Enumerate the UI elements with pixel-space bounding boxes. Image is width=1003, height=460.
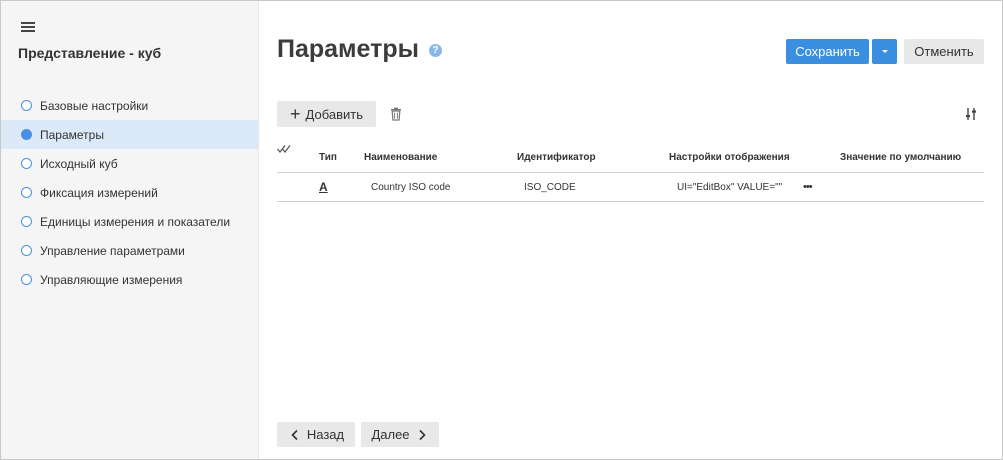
plus-icon: + [290, 104, 301, 124]
caret-down-icon [881, 50, 888, 53]
cell-display: UI="EditBox" VALUE="" [677, 182, 783, 193]
step-basic-settings[interactable]: Базовые настройки [1, 91, 258, 120]
add-button-label: Добавить [305, 106, 363, 122]
app-window: Представление - куб Базовые настройки Па… [0, 0, 1003, 460]
cancel-button[interactable]: Отменить [904, 39, 984, 64]
step-radio-icon [21, 158, 32, 169]
step-label: Параметры [40, 127, 104, 142]
table-row[interactable]: A Country ISO code ISO_CODE UI="EditBox"… [277, 173, 984, 202]
next-button[interactable]: Далее [361, 422, 439, 447]
step-units-and-measures[interactable]: Единицы измерения и показатели [1, 207, 258, 236]
chevron-left-icon [291, 429, 298, 440]
step-label: Исходный куб [40, 156, 118, 171]
help-icon[interactable]: ? [429, 44, 442, 57]
chevron-right-icon [418, 429, 426, 440]
step-control-dimensions[interactable]: Управляющие измерения [1, 265, 258, 294]
back-button[interactable]: Назад [277, 422, 355, 447]
text-type-icon: A [319, 180, 328, 194]
step-source-cube[interactable]: Исходный куб [1, 149, 258, 178]
page-title: Параметры [277, 35, 419, 63]
column-header-id[interactable]: Идентификатор [517, 152, 596, 163]
step-label: Управление параметрами [40, 243, 185, 258]
sidebar: Представление - куб Базовые настройки Па… [1, 1, 259, 459]
step-label: Единицы измерения и показатели [40, 214, 231, 229]
delete-icon[interactable] [389, 107, 403, 121]
step-fix-dimensions[interactable]: Фиксация измерений [1, 178, 258, 207]
back-button-label: Назад [306, 427, 345, 442]
step-radio-icon [21, 274, 32, 285]
sidebar-title: Представление - куб [18, 45, 162, 61]
cell-id: ISO_CODE [524, 182, 576, 193]
step-label: Управляющие измерения [40, 272, 183, 287]
next-button-label: Далее [371, 427, 410, 442]
save-button[interactable]: Сохранить [786, 39, 869, 64]
wizard-steps: Базовые настройки Параметры Исходный куб… [1, 91, 258, 294]
more-options-icon[interactable]: ••• [803, 181, 813, 193]
select-all-icon[interactable] [277, 144, 293, 154]
table-header: Тип Наименование Идентификатор Настройки… [277, 144, 984, 173]
step-label: Базовые настройки [40, 98, 149, 113]
add-button[interactable]: + Добавить [277, 101, 376, 127]
step-radio-icon [21, 245, 32, 256]
save-options-button[interactable] [872, 39, 897, 64]
column-header-type[interactable]: Тип [319, 152, 337, 163]
step-parameters[interactable]: Параметры [1, 120, 258, 149]
step-radio-icon [21, 129, 32, 140]
column-header-name[interactable]: Наименование [364, 152, 437, 163]
column-header-default[interactable]: Значение по умолчанию [840, 152, 961, 163]
menu-icon[interactable] [21, 21, 35, 33]
step-label: Фиксация измерений [40, 185, 158, 200]
step-parameter-management[interactable]: Управление параметрами [1, 236, 258, 265]
step-radio-icon [21, 187, 32, 198]
cell-name: Country ISO code [371, 182, 451, 193]
step-radio-icon [21, 100, 32, 111]
step-radio-icon [21, 216, 32, 227]
parameters-table: Тип Наименование Идентификатор Настройки… [277, 144, 984, 202]
column-settings-icon[interactable] [964, 107, 978, 121]
column-header-display[interactable]: Настройки отображения [669, 152, 790, 163]
